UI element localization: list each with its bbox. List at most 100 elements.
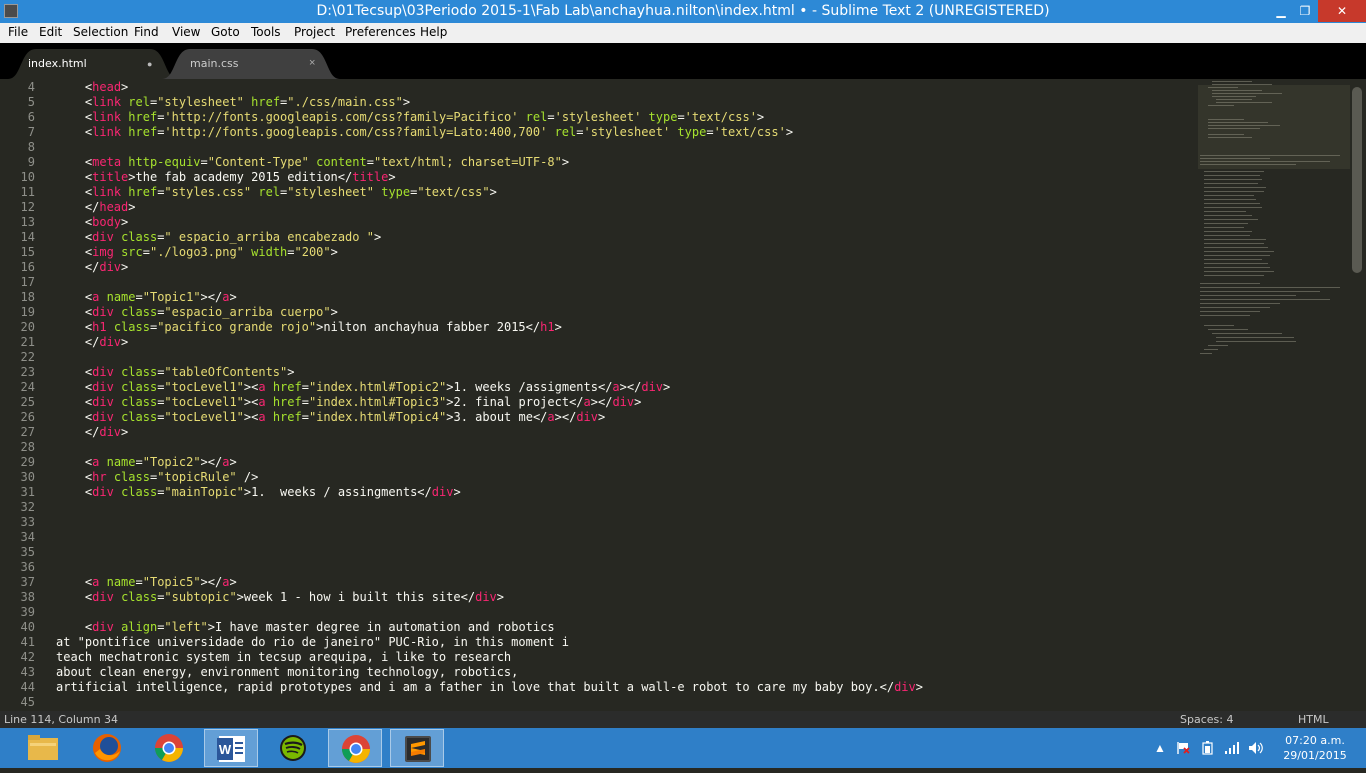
menu-edit[interactable]: Edit [39, 25, 62, 39]
code-token: class [121, 395, 158, 409]
code-line: <a name="Topic1"></a> [56, 290, 237, 305]
menu-preferences[interactable]: Preferences [345, 25, 416, 39]
menu-find[interactable]: Find [134, 25, 159, 39]
code-token: div [92, 485, 114, 499]
code-token: = [301, 410, 309, 424]
line-number: 20 [20, 320, 35, 334]
code-token: > [489, 185, 497, 199]
code-token: "tocLevel1" [164, 380, 244, 394]
vertical-scrollbar[interactable] [1352, 87, 1362, 273]
line-number: 40 [20, 620, 35, 634]
line-number: 34 [20, 530, 35, 544]
code-token: div [475, 590, 497, 604]
code-token: >the fab academy 2015 edition</ [128, 170, 353, 184]
window-title: D:\01Tecsup\03Periodo 2015-1\Fab Lab\anc… [316, 3, 1050, 19]
code-token: div [612, 395, 635, 409]
code-token: " espacio_arriba encabezado " [164, 230, 374, 244]
title-bar: D:\01Tecsup\03Periodo 2015-1\Fab Lab\anc… [0, 0, 1366, 23]
code-token: "index.html#Topic2" [308, 380, 447, 394]
taskbar-file-explorer[interactable] [16, 729, 70, 767]
code-token: > [388, 170, 396, 184]
code-line: <img src="./logo3.png" width="200"> [56, 245, 338, 260]
code-token: class [121, 485, 158, 499]
taskbar-chrome-2[interactable] [328, 729, 382, 767]
show-hidden-icons-icon[interactable]: ▲ [1154, 741, 1166, 755]
folder-icon [28, 735, 58, 760]
code-line: at "pontifice universidade do rio de jan… [56, 635, 569, 650]
code-editor[interactable]: 4 5 6 7 8 9 10 11 12 13 14 15 16 17 18 19 20 21 22 23 24 25 26… [0, 79, 1366, 711]
taskbar-word[interactable]: W [204, 729, 258, 767]
code-token: rel [128, 95, 150, 109]
line-number: 36 [20, 560, 35, 574]
taskbar-firefox[interactable] [80, 729, 134, 767]
code-token: div [92, 380, 114, 394]
code-token: > [229, 290, 237, 304]
menu-tools[interactable]: Tools [251, 25, 281, 39]
speaker-shape [1249, 742, 1263, 754]
code-token: 'stylesheet' [554, 110, 642, 124]
close-button[interactable]: ✕ [1318, 0, 1366, 22]
menu-view[interactable]: View [172, 25, 200, 39]
code-token: div [641, 380, 664, 394]
code-token: div [92, 305, 114, 319]
code-token: name [106, 575, 136, 589]
minimize-button[interactable]: ▁ [1268, 0, 1294, 22]
tab-index-html[interactable]: index.html ● [8, 49, 178, 79]
code-line: <title>the fab academy 2015 edition</tit… [56, 170, 396, 185]
menu-file[interactable]: File [8, 25, 28, 39]
line-number: 32 [20, 500, 35, 514]
unsaved-dot-icon[interactable]: ● [147, 59, 152, 69]
code-token: > [121, 215, 129, 229]
syntax-mode[interactable]: HTML [1298, 713, 1329, 726]
menu-goto[interactable]: Goto [211, 25, 240, 39]
action-center-icon[interactable] [1176, 741, 1190, 758]
line-number: 42 [20, 650, 35, 664]
code-token: a [583, 395, 591, 409]
menu-project[interactable]: Project [294, 25, 335, 39]
cursor-position: Line 114, Column 34 [4, 713, 119, 726]
code-token: >week 1 - how i built this site</ [236, 590, 476, 604]
tab-main-css[interactable]: main.css × [162, 49, 340, 79]
code-token: > [496, 590, 505, 604]
maximize-button[interactable]: ❐ [1292, 0, 1318, 22]
volume-icon[interactable] [1248, 741, 1264, 758]
menu-help[interactable]: Help [420, 25, 447, 39]
minimap[interactable] [1198, 79, 1350, 711]
system-clock[interactable]: 07:20 a.m. 29/01/2015 [1270, 733, 1360, 763]
code-token: a [547, 410, 555, 424]
line-number: 27 [20, 425, 35, 439]
network-signal-icon[interactable] [1224, 741, 1240, 758]
code-token: > [663, 380, 671, 394]
code-token: = [301, 395, 309, 409]
code-token: title [92, 170, 129, 184]
indentation-setting[interactable]: Spaces: 4 [1180, 713, 1233, 726]
close-tab-icon[interactable]: × [309, 57, 315, 69]
code-token: "text/css" [417, 185, 490, 199]
code-line: <div class=" espacio_arriba encabezado "… [56, 230, 381, 245]
battery-icon[interactable] [1200, 741, 1216, 758]
menu-selection[interactable]: Selection [73, 25, 128, 39]
code-token: </ [84, 260, 100, 274]
code-token: ></ [619, 380, 642, 394]
code-token: a [258, 380, 266, 394]
tab-label: index.html [28, 57, 87, 70]
taskbar-sublime[interactable] [390, 729, 444, 767]
code-line: <a name="Topic5"></a> [56, 575, 237, 590]
code-line: </div> [56, 425, 128, 440]
code-token: div [92, 365, 114, 379]
code-token: > [121, 80, 129, 94]
code-token: "subtopic" [164, 590, 237, 604]
code-token: ></ [590, 395, 613, 409]
taskbar-chrome[interactable] [142, 729, 196, 767]
code-token: rel [258, 185, 281, 199]
taskbar-spotify[interactable] [266, 729, 320, 767]
